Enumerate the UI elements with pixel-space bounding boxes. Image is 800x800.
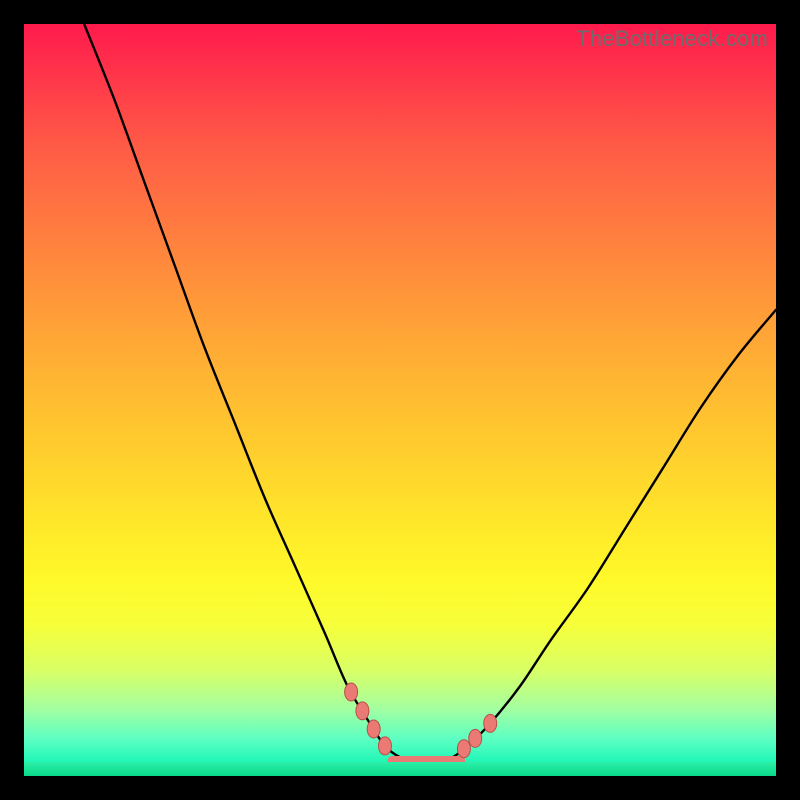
chart-frame: TheBottleneck.com — [0, 0, 800, 800]
transition-marker — [356, 702, 369, 720]
bottleneck-curve — [24, 24, 776, 776]
transition-marker — [469, 729, 482, 747]
transition-marker — [457, 740, 470, 758]
transition-marker — [484, 714, 497, 732]
optimal-band — [24, 762, 776, 776]
transition-marker — [345, 683, 358, 701]
transition-marker — [367, 720, 380, 738]
chart-plot-area: TheBottleneck.com — [24, 24, 776, 776]
transition-marker — [378, 737, 391, 755]
